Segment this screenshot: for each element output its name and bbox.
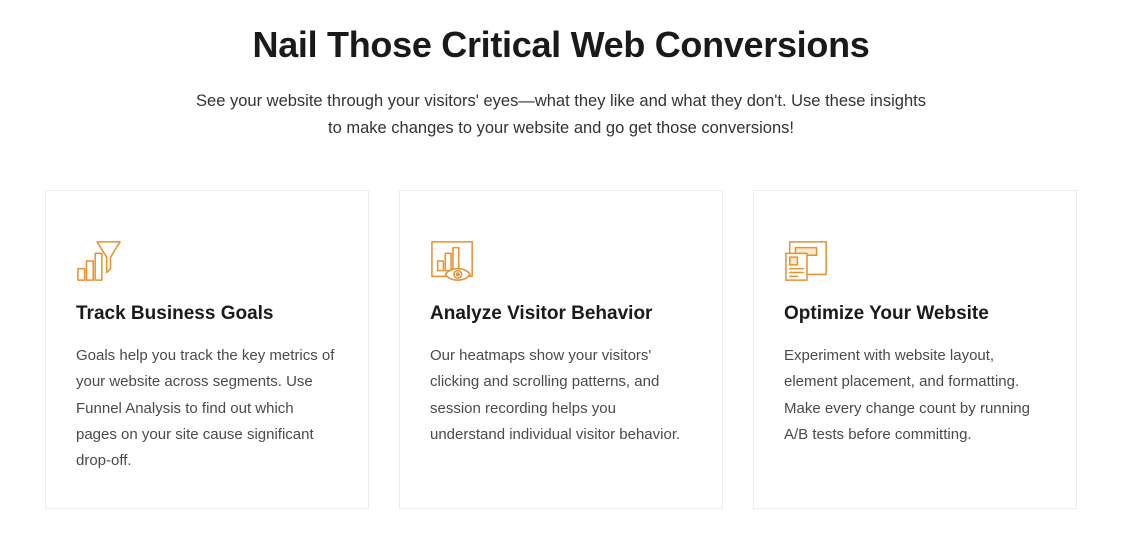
feature-card-analyze-behavior: Analyze Visitor Behavior Our heatmaps sh…	[399, 190, 723, 509]
feature-card-text: Experiment with website layout, element …	[784, 343, 1046, 448]
feature-card-title: Track Business Goals	[76, 301, 338, 327]
funnel-chart-icon	[76, 239, 122, 283]
feature-card-optimize-website: Optimize Your Website Experiment with we…	[753, 190, 1077, 509]
feature-card-text: Goals help you track the key metrics of …	[76, 343, 338, 474]
feature-cards-row: Track Business Goals Goals help you trac…	[45, 190, 1077, 509]
feature-card-title: Analyze Visitor Behavior	[430, 301, 692, 327]
feature-card-title: Optimize Your Website	[784, 301, 1046, 327]
page-title: Nail Those Critical Web Conversions	[45, 24, 1077, 66]
layout-optimize-icon	[784, 239, 830, 283]
page-subtitle: See your website through your visitors' …	[191, 88, 931, 142]
feature-card-text: Our heatmaps show your visitors' clickin…	[430, 343, 692, 448]
feature-card-track-goals: Track Business Goals Goals help you trac…	[45, 190, 369, 509]
chart-eye-icon	[430, 239, 476, 283]
